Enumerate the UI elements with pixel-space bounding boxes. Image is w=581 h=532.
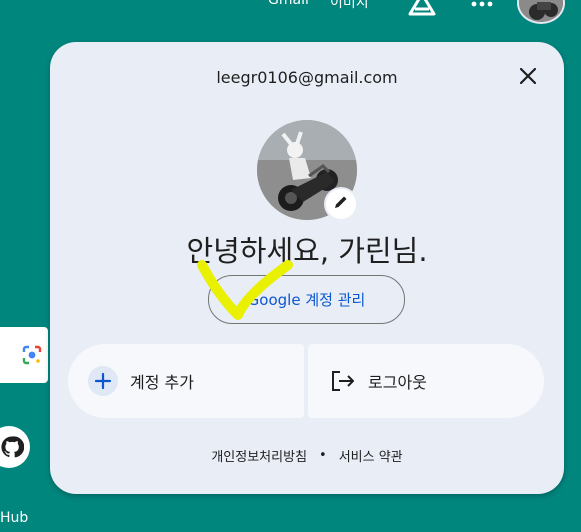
pencil-icon: [333, 194, 349, 214]
terms-of-service-link[interactable]: 서비스 약관: [339, 450, 403, 465]
apps-grid-icon[interactable]: [470, 0, 494, 14]
footer-separator: •: [319, 448, 327, 463]
add-account-button[interactable]: 계정 추가: [68, 344, 304, 418]
close-button[interactable]: [515, 65, 541, 91]
sign-out-label: 로그아웃: [368, 373, 427, 392]
lens-shortcut[interactable]: [0, 327, 48, 383]
account-email: leegr0106@gmail.com: [216, 68, 398, 87]
labs-icon[interactable]: [408, 0, 436, 16]
images-link[interactable]: 이미지: [330, 0, 369, 12]
github-shortcut[interactable]: [0, 426, 30, 468]
add-account-label: 계정 추가: [130, 373, 194, 392]
github-shortcut-label: Hub: [0, 510, 29, 526]
plus-icon: [88, 366, 118, 396]
account-panel: leegr0106@gmail.com 안녕하세요, 가린님. Google 계…: [50, 42, 564, 494]
logout-icon: [330, 370, 356, 392]
gmail-link[interactable]: Gmail: [268, 0, 309, 8]
edit-photo-button[interactable]: [326, 189, 356, 219]
privacy-policy-link[interactable]: 개인정보처리방침: [211, 450, 307, 465]
lens-icon: [22, 345, 42, 369]
close-icon: [518, 66, 538, 90]
sign-out-button[interactable]: 로그아웃: [308, 344, 544, 418]
manage-account-button[interactable]: Google 계정 관리: [208, 275, 405, 324]
greeting-heading: 안녕하세요, 가린님.: [186, 234, 428, 268]
account-avatar-button[interactable]: [517, 0, 565, 24]
footer-links: 개인정보처리방침 • 서비스 약관: [50, 446, 564, 465]
github-icon: [0, 435, 25, 463]
